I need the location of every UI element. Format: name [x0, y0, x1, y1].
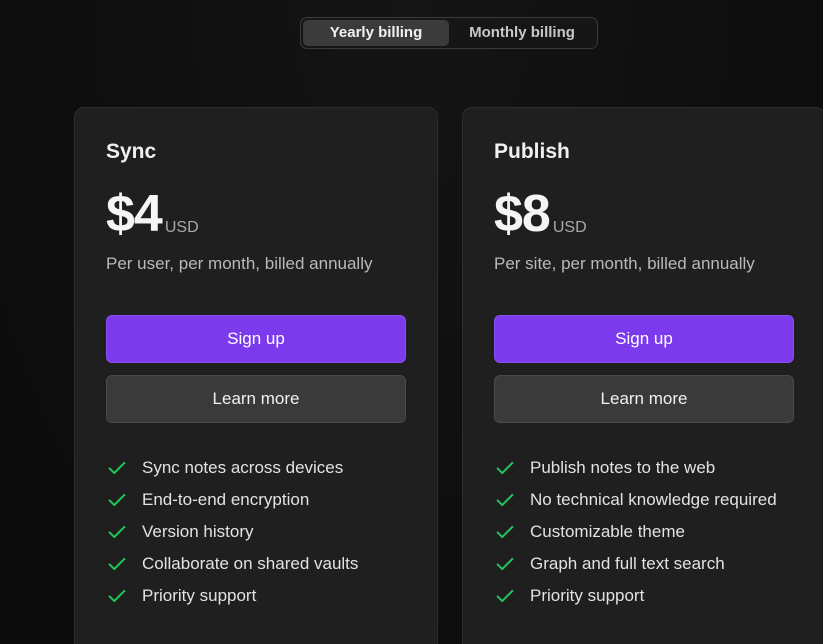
feature-item: Version history	[106, 516, 358, 548]
check-icon	[108, 589, 126, 603]
feature-item: Customizable theme	[494, 516, 777, 548]
feature-label: Graph and full text search	[530, 554, 725, 573]
check-icon	[108, 461, 126, 475]
price-row: $4 USD	[106, 186, 199, 242]
check-icon	[496, 525, 514, 539]
price-row: $8 USD	[494, 186, 587, 242]
billing-toggle: Yearly billing Monthly billing	[300, 17, 598, 49]
plan-name: Publish	[494, 140, 570, 163]
plan-price: $8	[494, 185, 551, 243]
sign-up-button[interactable]: Sign up	[494, 315, 794, 363]
feature-item: Collaborate on shared vaults	[106, 548, 358, 580]
feature-label: Sync notes across devices	[142, 458, 344, 477]
feature-list: Sync notes across devices End-to-end enc…	[106, 452, 358, 612]
feature-item: Sync notes across devices	[106, 452, 358, 484]
feature-label: Customizable theme	[530, 522, 685, 541]
check-icon	[496, 557, 514, 571]
sign-up-button[interactable]: Sign up	[106, 315, 406, 363]
check-icon	[496, 461, 514, 475]
feature-item: End-to-end encryption	[106, 484, 358, 516]
feature-item: No technical knowledge required	[494, 484, 777, 516]
feature-item: Publish notes to the web	[494, 452, 777, 484]
feature-label: Priority support	[142, 586, 257, 605]
plan-name: Sync	[106, 140, 157, 163]
check-icon	[108, 525, 126, 539]
check-icon	[108, 493, 126, 507]
feature-label: Collaborate on shared vaults	[142, 554, 359, 573]
feature-label: End-to-end encryption	[142, 490, 310, 509]
pricing-page: Yearly billing Monthly billing Sync $4 U…	[0, 0, 823, 644]
learn-more-button[interactable]: Learn more	[106, 375, 406, 423]
check-icon	[496, 493, 514, 507]
price-description: Per user, per month, billed annually	[106, 254, 373, 273]
feature-label: Priority support	[530, 586, 645, 605]
feature-label: Version history	[142, 522, 254, 541]
learn-more-button[interactable]: Learn more	[494, 375, 794, 423]
plan-card-sync: Sync $4 USD Per user, per month, billed …	[74, 107, 438, 644]
yearly-billing-option[interactable]: Yearly billing	[303, 20, 449, 46]
monthly-billing-option[interactable]: Monthly billing	[449, 20, 595, 46]
price-currency: USD	[164, 219, 199, 236]
feature-item: Graph and full text search	[494, 548, 777, 580]
feature-list: Publish notes to the web No technical kn…	[494, 452, 777, 612]
plan-price: $4	[106, 185, 163, 243]
check-icon	[496, 589, 514, 603]
check-icon	[108, 557, 126, 571]
price-description: Per site, per month, billed annually	[494, 254, 755, 273]
price-currency: USD	[552, 219, 587, 236]
feature-label: Publish notes to the web	[530, 458, 716, 477]
feature-item: Priority support	[106, 580, 358, 612]
plan-card-publish: Publish $8 USD Per site, per month, bill…	[462, 107, 823, 644]
feature-label: No technical knowledge required	[530, 490, 777, 509]
feature-item: Priority support	[494, 580, 777, 612]
